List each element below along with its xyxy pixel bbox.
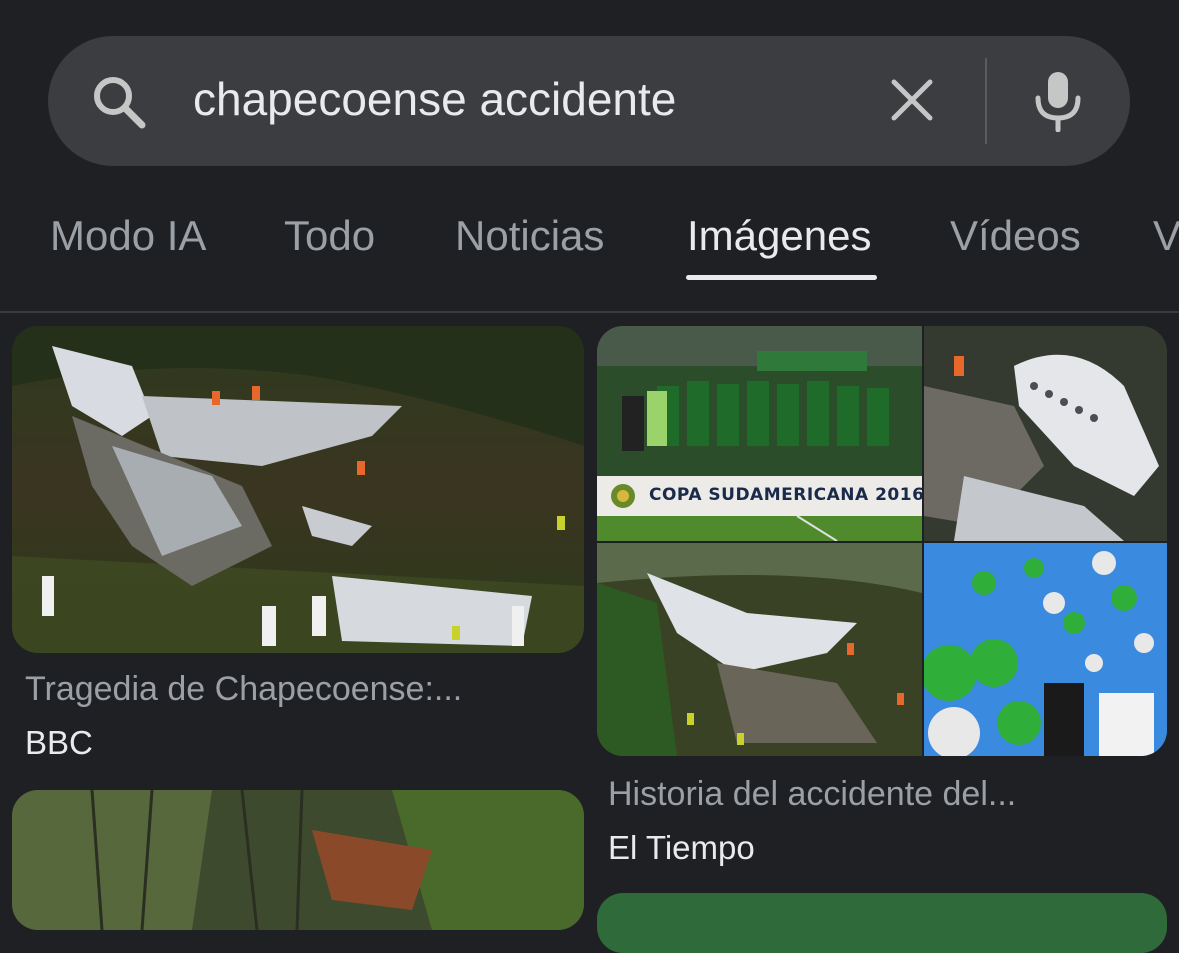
- copa-logo-icon: [611, 484, 635, 508]
- result-image-1[interactable]: [12, 326, 584, 653]
- active-tab-indicator: [686, 275, 877, 280]
- result-image-2[interactable]: COPA SUDAMERICANA 2016: [597, 326, 1167, 756]
- search-tabs: Modo IA Todo Noticias Imágenes Vídeos V: [0, 190, 1179, 312]
- balloons-photo: [924, 543, 1167, 756]
- result-title-1[interactable]: Tragedia de Chapecoense:...: [25, 670, 462, 709]
- search-divider: [985, 58, 987, 144]
- tab-modo-ia[interactable]: Modo IA: [50, 212, 206, 260]
- tab-imagenes[interactable]: Imágenes: [687, 212, 871, 260]
- wreckage-aerial-photo: [597, 543, 922, 756]
- tab-noticias[interactable]: Noticias: [455, 212, 604, 260]
- fuselage-photo: [924, 326, 1167, 541]
- result-image-4[interactable]: [597, 893, 1167, 953]
- copa-banner-text: COPA SUDAMERICANA 2016: [649, 485, 922, 505]
- search-icon: [94, 77, 146, 129]
- microphone-icon[interactable]: [1028, 68, 1088, 132]
- result-title-2[interactable]: Historia del accidente del...: [608, 775, 1016, 814]
- result-source-2[interactable]: El Tiempo: [608, 829, 755, 867]
- result-source-1[interactable]: BBC: [25, 724, 93, 762]
- crash-site-photo: [12, 326, 584, 653]
- copa-banner: COPA SUDAMERICANA 2016: [597, 476, 922, 516]
- tab-todo[interactable]: Todo: [284, 212, 375, 260]
- close-icon[interactable]: [886, 74, 938, 126]
- search-input[interactable]: chapecoense accidente: [193, 72, 676, 126]
- tab-videos[interactable]: Vídeos: [950, 212, 1081, 260]
- team-photo: COPA SUDAMERICANA 2016: [597, 326, 922, 541]
- forest-photo: [12, 790, 584, 930]
- result-image-3[interactable]: [12, 790, 584, 930]
- tabs-divider: [0, 311, 1179, 313]
- tab-overflow[interactable]: V: [1153, 212, 1179, 260]
